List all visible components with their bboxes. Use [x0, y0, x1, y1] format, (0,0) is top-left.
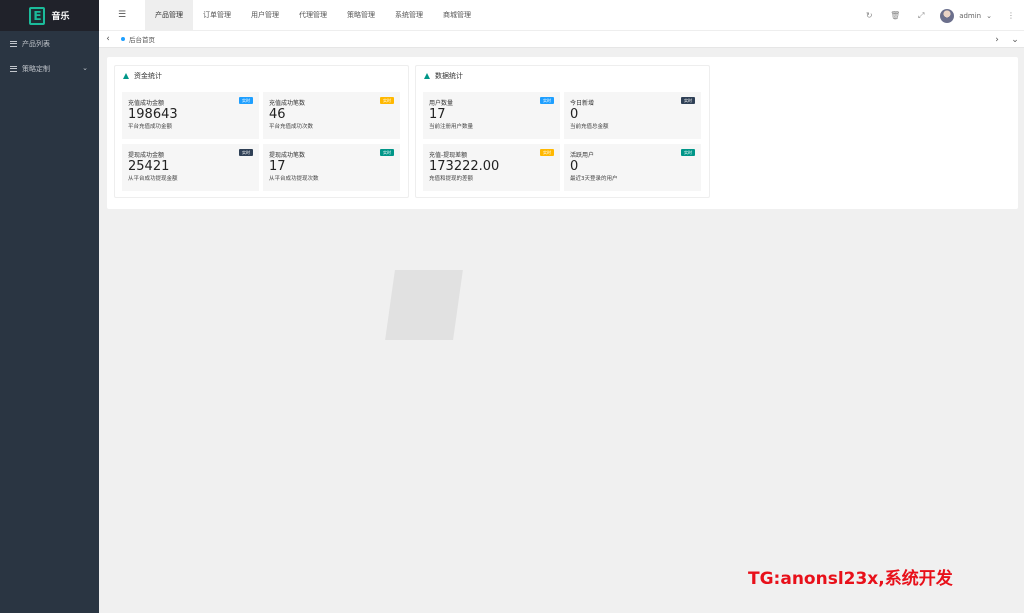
avatar	[940, 8, 955, 23]
sidebar-item-strategy[interactable]: 策略定制 ⌄	[0, 56, 99, 81]
stat-sub: 平台充值成功金额	[128, 124, 173, 130]
logo-text: 音乐	[51, 12, 70, 22]
breadcrumb: 后台首页	[129, 36, 155, 44]
warning-icon	[123, 73, 129, 79]
stat-sub: 最近3天登录的用户	[570, 176, 618, 182]
status-badge: 实时	[239, 149, 253, 156]
stat-value: 25421	[128, 159, 170, 174]
status-badge: 实时	[540, 97, 554, 104]
tab-mall[interactable]: 商城管理	[433, 0, 481, 31]
stat-card: 提现成功金额 25421 从平台成功提现金额 实时	[122, 144, 259, 191]
warning-icon	[424, 73, 430, 79]
refresh-icon[interactable]: ↻	[856, 0, 882, 31]
stat-card: 用户数量 17 当前注册用户数量 实时	[423, 92, 560, 139]
stat-card: 充值成功金额 198643 平台充值成功金额 实时	[122, 92, 259, 139]
watermark-logo-icon	[385, 270, 463, 340]
panel-title-text: 资金统计	[134, 72, 162, 80]
chevron-right-icon[interactable]: ›	[988, 31, 1006, 48]
status-badge: 实时	[681, 149, 695, 156]
tab-agent[interactable]: 代理管理	[289, 0, 337, 31]
chevron-down-icon: ⌄	[82, 64, 88, 72]
stat-value: 0	[570, 159, 579, 174]
more-vertical-icon[interactable]: ⋮	[998, 0, 1024, 31]
sidebar: E 音乐 产品列表 策略定制 ⌄	[0, 0, 99, 613]
tab-user[interactable]: 用户管理	[241, 0, 289, 31]
stat-value: 17	[269, 159, 286, 174]
tab-strategy[interactable]: 策略管理	[337, 0, 385, 31]
stat-card: 今日新增 0 当前充值总金额 实时	[564, 92, 701, 139]
user-menu[interactable]: admin ⌄	[934, 8, 998, 23]
stat-sub: 当前充值总金额	[570, 124, 609, 130]
status-badge: 实时	[239, 97, 253, 104]
overlay-contact-text: TG:anonsl23x,系统开发	[748, 569, 953, 589]
menu-toggle-icon[interactable]: ☰	[99, 0, 145, 31]
stat-sub: 从平台成功提现金额	[128, 176, 178, 182]
stat-card: 充值-提现差额 173222.00 充值和提现的差额 实时	[423, 144, 560, 191]
stat-sub: 当前注册用户数量	[429, 124, 474, 130]
status-badge: 实时	[681, 97, 695, 104]
list-icon	[10, 40, 17, 47]
panel-title-text: 数据统计	[435, 72, 463, 80]
fullscreen-icon[interactable]: ⤢	[908, 0, 934, 31]
panel-title: 资金统计	[115, 66, 408, 86]
stat-value: 46	[269, 107, 286, 122]
status-badge: 实时	[380, 97, 394, 104]
stat-value: 198643	[128, 107, 178, 122]
stat-value: 17	[429, 107, 446, 122]
stat-sub: 充值和提现的差额	[429, 176, 474, 182]
tab-order[interactable]: 订单管理	[193, 0, 241, 31]
chevron-down-icon[interactable]: ⌄	[1006, 31, 1024, 48]
trash-icon[interactable]: 🗑	[882, 0, 908, 31]
stat-card: 充值成功笔数 46 平台充值成功次数 实时	[263, 92, 400, 139]
username: admin	[959, 11, 982, 20]
data-stats-panel: 数据统计 用户数量 17 当前注册用户数量 实时 今日新增 0 当前充值总金额 …	[415, 65, 710, 198]
chevron-left-icon[interactable]: ‹	[99, 31, 117, 48]
watermark	[385, 270, 630, 345]
dashboard-card: 资金统计 充值成功金额 198643 平台充值成功金额 实时 充值成功笔数 46…	[107, 57, 1018, 209]
sidebar-item-label: 策略定制	[22, 64, 50, 73]
sidebar-item-product-list[interactable]: 产品列表	[0, 31, 99, 56]
tab-product[interactable]: 产品管理	[145, 0, 193, 31]
logo[interactable]: E 音乐	[0, 0, 99, 31]
tab-system[interactable]: 系统管理	[385, 0, 433, 31]
sidebar-item-label: 产品列表	[22, 39, 50, 48]
top-header: ☰ 产品管理 订单管理 用户管理 代理管理 策略管理 系统管理 商城管理 ↻ 🗑…	[99, 0, 1024, 31]
stat-card: 提现成功笔数 17 从平台成功提现次数 实时	[263, 144, 400, 191]
page-tab-bar: ‹ 后台首页 › ⌄	[99, 31, 1024, 48]
status-badge: 实时	[540, 149, 554, 156]
active-dot-icon	[121, 37, 125, 41]
logo-mark: E	[29, 6, 46, 25]
stat-value: 0	[570, 107, 579, 122]
fund-stats-panel: 资金统计 充值成功金额 198643 平台充值成功金额 实时 充值成功笔数 46…	[114, 65, 409, 198]
panel-title: 数据统计	[416, 66, 709, 86]
list-icon	[10, 65, 17, 72]
stat-card: 活跃用户 0 最近3天登录的用户 实时	[564, 144, 701, 191]
page-tab-home[interactable]: 后台首页	[117, 34, 155, 44]
stat-value: 173222.00	[429, 159, 500, 174]
chevron-down-icon: ⌄	[986, 11, 992, 20]
stat-sub: 平台充值成功次数	[269, 124, 314, 130]
stat-sub: 从平台成功提现次数	[269, 176, 319, 182]
status-badge: 实时	[380, 149, 394, 156]
